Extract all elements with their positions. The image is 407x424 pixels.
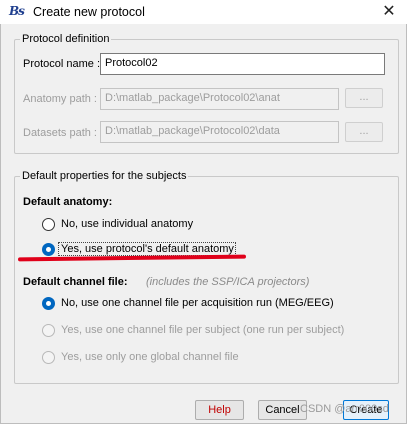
default-channel-heading: Default channel file: bbox=[23, 276, 128, 288]
protocol-name-label: Protocol name : bbox=[23, 58, 101, 70]
datasets-browse-button[interactable]: ... bbox=[345, 122, 383, 142]
anatomy-individual-label[interactable]: No, use individual anatomy bbox=[61, 218, 193, 230]
channel-global-label[interactable]: Yes, use only one global channel file bbox=[61, 351, 239, 363]
channel-file-note: (includes the SSP/ICA projectors) bbox=[146, 276, 310, 288]
channel-per-run-radio[interactable] bbox=[42, 297, 55, 310]
window-title: Create new protocol bbox=[33, 5, 145, 19]
anatomy-default-label[interactable]: Yes, use protocol's default anatomy bbox=[61, 243, 234, 255]
anatomy-individual-radio[interactable] bbox=[42, 218, 55, 231]
anatomy-path-label: Anatomy path : bbox=[23, 93, 97, 105]
channel-per-subject-radio[interactable] bbox=[42, 324, 55, 337]
help-button[interactable]: Help bbox=[195, 400, 244, 420]
default-properties-label: Default properties for the subjects bbox=[20, 170, 189, 182]
datasets-path-input[interactable]: D:\matlab_package\Protocol02\data bbox=[100, 121, 339, 143]
csdn-watermark: CSDN @arr000sd bbox=[300, 403, 389, 415]
protocol-definition-label: Protocol definition bbox=[20, 33, 112, 45]
channel-per-run-label[interactable]: No, use one channel file per acquisition… bbox=[61, 297, 334, 309]
datasets-path-label: Datasets path : bbox=[23, 127, 97, 139]
brainstorm-app-icon: Bs bbox=[9, 4, 25, 18]
anatomy-default-radio[interactable] bbox=[42, 243, 55, 256]
channel-global-radio[interactable] bbox=[42, 351, 55, 364]
channel-per-subject-label[interactable]: Yes, use one channel file per subject (o… bbox=[61, 324, 344, 336]
title-bar: Bs Create new protocol ✕ bbox=[0, 0, 407, 24]
anatomy-browse-button[interactable]: ... bbox=[345, 88, 383, 108]
anatomy-path-input[interactable]: D:\matlab_package\Protocol02\anat bbox=[100, 88, 339, 110]
default-anatomy-heading: Default anatomy: bbox=[23, 196, 113, 208]
protocol-name-input[interactable]: Protocol02 bbox=[100, 53, 385, 75]
close-icon[interactable]: ✕ bbox=[377, 1, 401, 23]
